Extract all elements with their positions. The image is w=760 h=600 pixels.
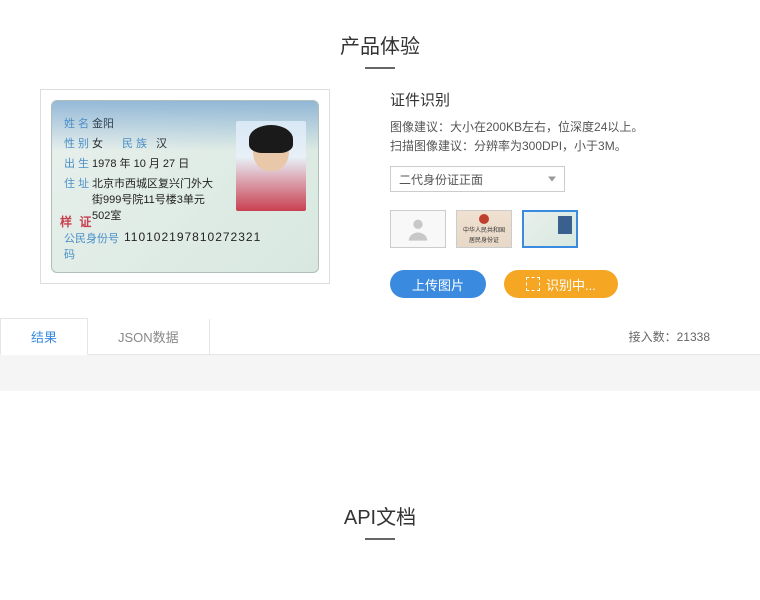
api-section-title: API文档 [0,471,760,550]
idcard-number-value: 110102197810272321 [124,230,261,262]
doc-type-select[interactable]: 二代身份证正面 [390,166,565,192]
idcard-ethnic-label: 民 族 [122,135,156,151]
preview-column: 姓 名 金阳 性 别 女 民 族 汉 出 生 1978 年 10 月 27 日 … [40,89,330,298]
idcard-birth-value: 1978 年 10 月 27 日 [92,155,189,171]
recognize-button[interactable]: 识别中... [504,270,618,298]
idcard-sample-stamp: 样 证 [60,213,93,230]
demo-heading: 产品体验 [0,30,760,59]
sample-thumbnails: 中华人民共和国 居民身份证 [390,210,720,248]
idcard-sex-label: 性 别 [64,135,92,151]
emblem-icon [479,214,489,224]
action-buttons: 上传图片 识别中... [390,270,720,298]
idcard-ethnic-value: 汉 [156,135,167,151]
result-tabs: 结果 JSON数据 接入数：21338 [0,318,760,355]
thumb-id-front[interactable] [522,210,578,248]
scan-icon [526,277,540,291]
result-content-area [0,355,760,391]
idcard-sex-value: 女 [92,135,122,151]
idcard-name-value: 金阳 [92,115,114,131]
id-card-image: 姓 名 金阳 性 别 女 民 族 汉 出 生 1978 年 10 月 27 日 … [51,100,319,273]
tab-result[interactable]: 结果 [0,318,88,355]
image-hint: 图像建议：大小在200KB左右，位深度24以上。 扫描图像建议：分辨率为300D… [390,118,720,156]
demo-content: 姓 名 金阳 性 别 女 民 族 汉 出 生 1978 年 10 月 27 日 … [0,79,760,318]
control-column: 证件识别 图像建议：大小在200KB左右，位深度24以上。 扫描图像建议：分辨率… [390,89,720,298]
tab-json[interactable]: JSON数据 [88,319,210,354]
idcard-birth-label: 出 生 [64,155,92,171]
id-card-preview-frame: 姓 名 金阳 性 别 女 民 族 汉 出 生 1978 年 10 月 27 日 … [40,89,330,284]
idcard-photo [236,121,306,211]
thumb-id-back[interactable]: 中华人民共和国 居民身份证 [456,210,512,248]
upload-button[interactable]: 上传图片 [390,270,486,298]
panel-title: 证件识别 [390,89,720,110]
heading-underline [365,538,395,540]
access-count: 接入数：21338 [629,328,720,345]
idcard-addr-value: 北京市西城区复兴门外大 街999号院11号楼3单元 502室 [92,175,213,223]
thumb-placeholder[interactable] [390,210,446,248]
idcard-name-label: 姓 名 [64,115,92,131]
idcard-number-label: 公民身份号码 [64,230,124,262]
demo-section-title: 产品体验 [0,0,760,79]
person-icon [404,215,432,243]
heading-underline [365,67,395,69]
doc-type-value: 二代身份证正面 [399,171,483,188]
api-heading: API文档 [0,501,760,530]
